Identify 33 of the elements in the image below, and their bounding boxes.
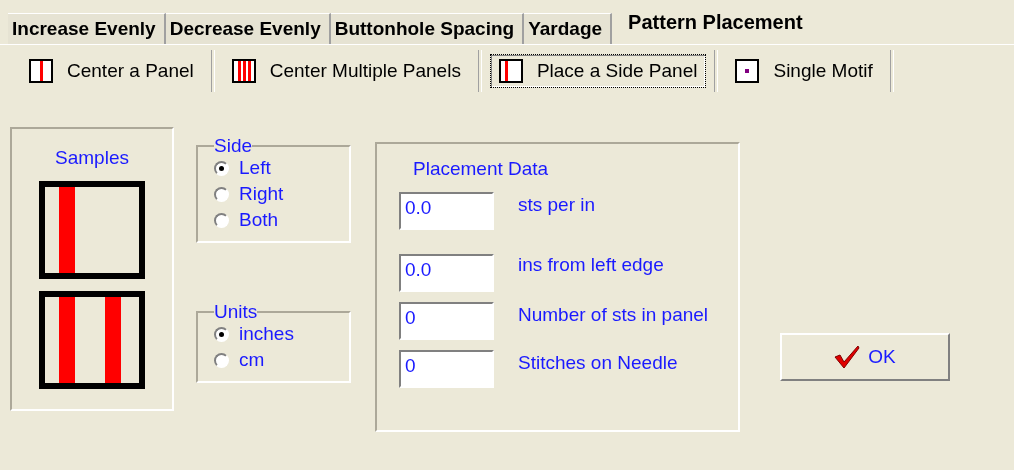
- field-label: Stitches on Needle: [518, 352, 679, 374]
- group-legend: Side: [214, 135, 253, 156]
- field-label: ins from left edge: [518, 254, 665, 276]
- panel-title: Samples: [55, 147, 129, 169]
- number-field[interactable]: 0: [399, 350, 494, 388]
- group-legend: Units: [214, 301, 258, 322]
- number-field[interactable]: 0.0: [399, 192, 494, 230]
- field-label: sts per in: [518, 194, 597, 216]
- radio-label: Left: [239, 157, 271, 179]
- radio-label: Right: [239, 183, 284, 205]
- number-field[interactable]: 0: [399, 302, 494, 340]
- radio-label: cm: [239, 349, 265, 371]
- radio-label: inches: [239, 323, 294, 345]
- motif-square-icon: [735, 59, 760, 83]
- panel-stripe-icon: [231, 59, 256, 83]
- radio-button[interactable]: [214, 160, 229, 176]
- field-label: Number of sts in panel: [518, 304, 710, 326]
- tab[interactable]: Increase Evenly: [8, 13, 166, 44]
- radio-button[interactable]: [214, 212, 229, 228]
- panel-stripe-icon: [498, 59, 523, 83]
- tab[interactable]: Buttonhole Spacing: [330, 13, 525, 44]
- number-field[interactable]: 0.0: [399, 254, 494, 292]
- panel-title: Placement Data: [413, 158, 549, 179]
- toolbar-button[interactable]: Place a Side Panel: [489, 54, 707, 88]
- tab[interactable]: Decrease Evenly: [165, 13, 331, 44]
- radio-button[interactable]: [214, 326, 229, 342]
- ok-button[interactable]: OK: [780, 333, 950, 381]
- radio-button[interactable]: [214, 352, 229, 368]
- radio-button[interactable]: [214, 186, 229, 202]
- radio-label: Both: [239, 209, 279, 231]
- panel-stripe-icon: [29, 59, 53, 83]
- tab[interactable]: Yardage: [524, 13, 613, 44]
- checkmark-icon: [834, 345, 861, 369]
